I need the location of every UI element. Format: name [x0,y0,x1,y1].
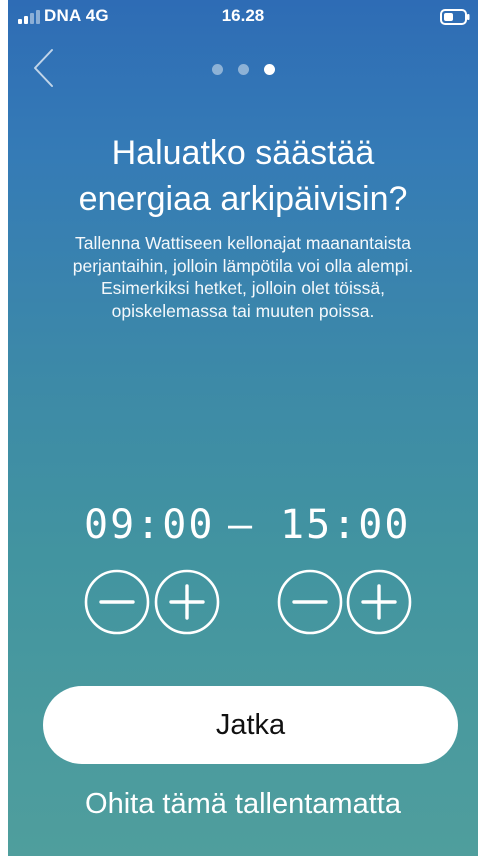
start-time-increment-button[interactable] [154,569,220,635]
start-time: 09:00 [84,502,215,548]
description-text: Tallenna Wattiseen kellonajat maanantais… [22,232,464,322]
end-time: 15:00 [280,502,411,548]
start-time-decrement-button[interactable] [84,569,150,635]
page-title: Haluatko säästää energiaa arkipäivisin? [28,130,458,222]
time-range: 09:00 — 15:00 [8,502,478,556]
battery-icon [440,9,470,25]
status-bar: DNA 4G 16.28 [8,0,478,34]
description-line-4: opiskelemassa tai muuten poissa. [111,300,375,321]
minus-circle-icon [84,569,150,635]
app-screen: DNA 4G 16.28 Haluatko säästää energiaa a… [8,0,478,856]
time-separator: — [228,502,255,548]
description-line-3: Esimerkiksi hetket, jolloin olet töissä, [101,278,385,298]
page-dot-2 [237,64,249,75]
description-line-1: Tallenna Wattiseen kellonajat maanantais… [75,233,411,253]
title-line-2: energiaa arkipäivisin? [78,180,408,218]
title-line-1: Haluatko säästää [111,134,375,172]
page-indicator [8,64,478,75]
end-time-increment-button[interactable] [346,569,412,635]
skip-link[interactable]: Ohita tämä tallentamatta [8,788,478,821]
plus-circle-icon [154,569,220,635]
plus-circle-icon [346,569,412,635]
minus-circle-icon [277,569,343,635]
page-dot-3-active [263,64,275,75]
page-dot-1 [211,64,223,75]
end-time-decrement-button[interactable] [277,569,343,635]
continue-button-label: Jatka [215,708,286,741]
continue-button[interactable]: Jatka [43,686,458,764]
description-line-2: perjantaihin, jolloin lämpötila voi olla… [72,255,414,276]
status-time: 16.28 [221,6,265,25]
